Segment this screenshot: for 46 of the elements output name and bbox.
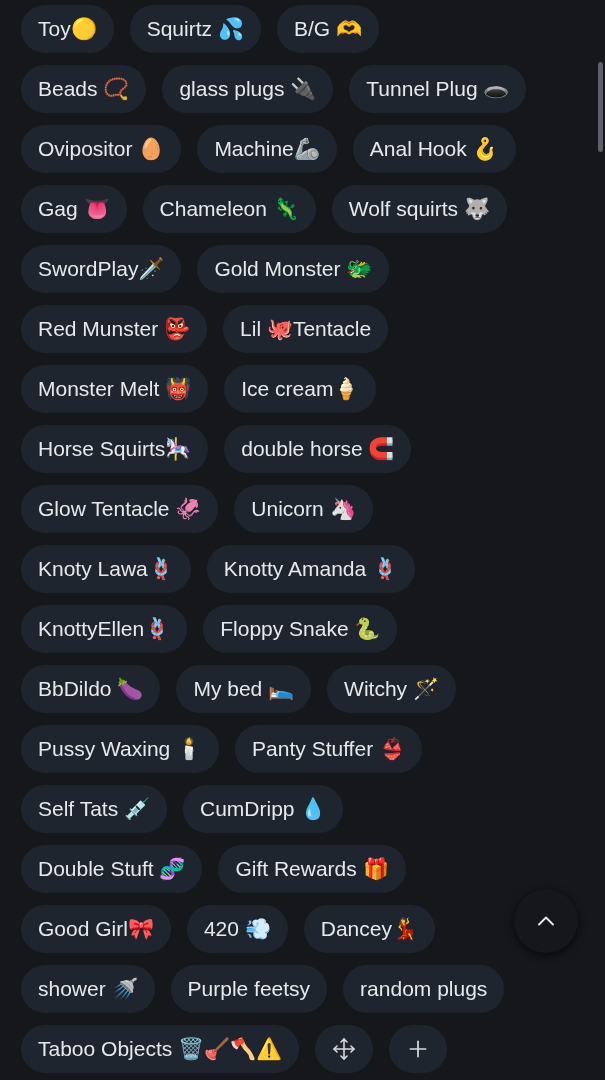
tag-chip[interactable]: glass plugs 🔌: [162, 65, 334, 113]
tag-chip[interactable]: Witchy 🪄: [327, 665, 456, 713]
tag-chip[interactable]: Good Girl🎀: [21, 905, 171, 953]
tag-chip[interactable]: Beads 📿: [21, 65, 147, 113]
tag-chip[interactable]: CumDripp 💧: [183, 785, 344, 833]
tag-chip[interactable]: Gag 👅: [21, 185, 127, 233]
tag-chip[interactable]: KnottyEllen🪢: [21, 605, 188, 653]
tag-chip[interactable]: Squirtz 💦: [129, 5, 261, 53]
tag-chip[interactable]: Taboo Objects 🗑🪠🪓⚠: [21, 1025, 300, 1073]
tag-chip[interactable]: My bed 🛌: [176, 665, 312, 713]
scrollbar[interactable]: [598, 62, 603, 152]
tag-chip[interactable]: Double Stuft 🧬: [21, 845, 203, 893]
tag-chip[interactable]: Panty Stuffer 👙: [235, 725, 422, 773]
tag-chip[interactable]: Self Tats 💉: [21, 785, 167, 833]
tag-chip[interactable]: Unicorn 🦄: [234, 485, 373, 533]
move-button[interactable]: [315, 1025, 374, 1073]
add-button[interactable]: [389, 1025, 448, 1073]
tag-chip[interactable]: Wolf squirts 🐺: [331, 185, 507, 233]
move-icon: [332, 1037, 357, 1061]
tag-chip[interactable]: Floppy Snake 🐍: [203, 605, 398, 653]
tag-chip[interactable]: Chameleon 🦎: [142, 185, 316, 233]
tag-chip[interactable]: Purple feetsy: [170, 965, 328, 1013]
tag-chip[interactable]: Anal Hook 🪝: [352, 125, 516, 173]
tag-chip[interactable]: Knoty Lawa🪢: [21, 545, 191, 593]
tag-chip[interactable]: Red Munster 👺: [21, 305, 208, 353]
tag-chip[interactable]: Lil 🐙Tentacle: [223, 305, 389, 353]
tag-chip[interactable]: Ovipositor 🥚: [21, 125, 182, 173]
tag-chip[interactable]: double horse 🧲: [224, 425, 412, 473]
tag-chip[interactable]: shower 🚿: [21, 965, 155, 1013]
tag-chip[interactable]: SwordPlay🗡: [21, 245, 182, 293]
tag-chip[interactable]: 420 💨: [186, 905, 288, 953]
tag-chip[interactable]: random plugs: [343, 965, 505, 1013]
tag-chip[interactable]: Horse Squirts🎠: [21, 425, 209, 473]
tag-chip[interactable]: Pussy Waxing 🕯: [21, 725, 220, 773]
tag-chip[interactable]: B/G 🫶: [276, 5, 379, 53]
tag-chip[interactable]: Gold Monster 🐲: [197, 245, 390, 293]
tag-chip[interactable]: Machine🦾: [197, 125, 337, 173]
tag-chip[interactable]: Knotty Amanda 🪢: [206, 545, 415, 593]
tag-chip[interactable]: Ice cream🍦: [224, 365, 377, 413]
tag-chip[interactable]: Tunnel Plug 🕳: [349, 65, 527, 113]
tag-chip[interactable]: Dancey💃: [303, 905, 435, 953]
tag-chip[interactable]: Toy🟡: [21, 5, 114, 53]
tag-chip[interactable]: Monster Melt 👹: [21, 365, 209, 413]
tag-chip[interactable]: BbDildo 🍆: [21, 665, 161, 713]
tag-chip[interactable]: Gift Rewards 🎁: [218, 845, 406, 893]
tag-chip[interactable]: Glow Tentacle 🦑: [21, 485, 219, 533]
